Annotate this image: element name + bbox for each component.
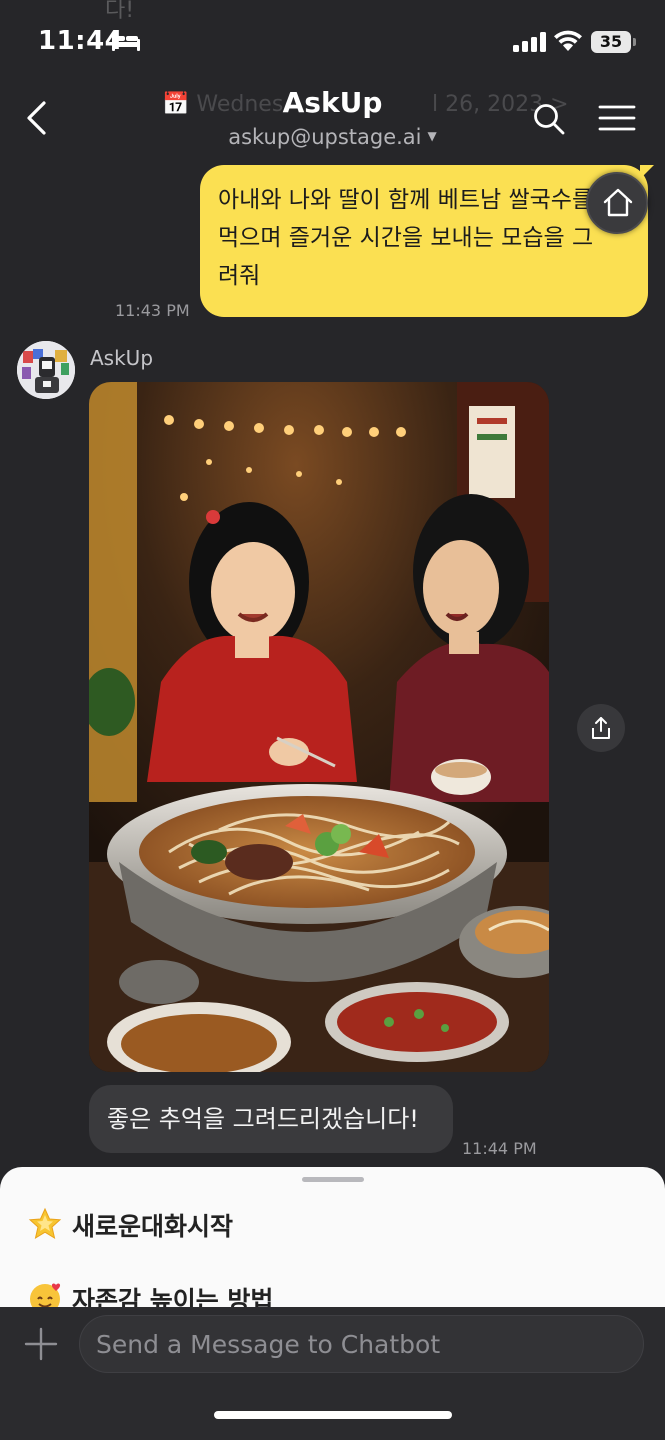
- noodle-family-illustration: [89, 382, 549, 1072]
- bot-message-bubble[interactable]: 좋은 추억을 그려드리겠습니다!: [89, 1085, 453, 1153]
- robot-avatar-icon: [17, 341, 75, 399]
- hamburger-menu-icon[interactable]: [598, 104, 636, 132]
- generated-image[interactable]: [89, 382, 549, 1072]
- bot-name: AskUp: [90, 346, 154, 370]
- message-composer: [0, 1307, 665, 1440]
- home-indicator: [214, 1411, 452, 1419]
- home-button[interactable]: [586, 172, 648, 234]
- search-icon[interactable]: [532, 102, 566, 136]
- cellular-signal-icon: [513, 32, 546, 52]
- scrolled-message-fragment: 다!: [105, 0, 135, 23]
- quick-reply-sheet: 새로운대화시작 자존감 높이는 방법: [0, 1167, 665, 1307]
- bot-message-time: 11:44 PM: [462, 1139, 537, 1158]
- caret-down-icon: ▼: [427, 129, 437, 143]
- status-time: 11:44: [38, 26, 124, 56]
- share-icon: [592, 717, 610, 739]
- star-icon: [28, 1207, 62, 1240]
- sheet-grabber[interactable]: [302, 1177, 364, 1182]
- plus-icon[interactable]: [24, 1327, 58, 1361]
- wifi-icon: [554, 30, 582, 51]
- status-bar: 11:44 35: [0, 0, 665, 80]
- account-email: askup@upstage.ai: [228, 125, 422, 149]
- bot-avatar[interactable]: [17, 341, 75, 399]
- bed-icon: [112, 33, 140, 51]
- share-button[interactable]: [577, 704, 625, 752]
- quick-reply-self-esteem[interactable]: 자존감 높이는 방법: [28, 1281, 273, 1307]
- quick-reply-label: 새로운대화시작: [72, 1212, 234, 1241]
- quick-reply-new-chat[interactable]: 새로운대화시작: [28, 1207, 233, 1243]
- battery-indicator: 35: [591, 31, 636, 53]
- user-message-bubble[interactable]: 아내와 나와 딸이 함께 베트남 쌀국수를 먹으며 즐거운 시간을 보내는 모습…: [200, 165, 654, 317]
- quick-reply-label: 자존감 높이는 방법: [72, 1286, 274, 1307]
- home-icon: [603, 188, 633, 217]
- user-message-time: 11:43 PM: [115, 301, 190, 320]
- message-input[interactable]: [79, 1315, 644, 1373]
- smiling-face-with-hearts-icon: [30, 1283, 61, 1307]
